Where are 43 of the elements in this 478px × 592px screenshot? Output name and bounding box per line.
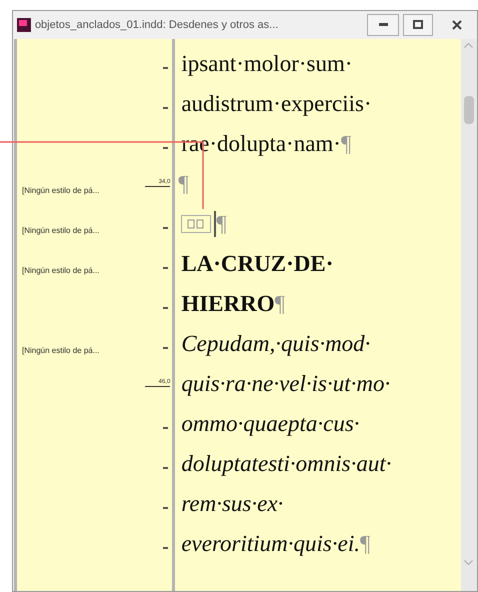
heading-text-line: HIERRO xyxy=(181,290,275,318)
body-text-line: Cepudam,·quis·mod· xyxy=(181,330,370,358)
pilcrow-mark: ¶ xyxy=(216,210,227,238)
line-tick xyxy=(163,66,168,69)
pilcrow-mark: ¶ xyxy=(340,130,352,158)
line-tick xyxy=(163,466,168,469)
pilcrow-mark: ¶ xyxy=(178,170,189,198)
paragraph-style-label[interactable]: [Ningún estilo de pá... xyxy=(17,250,100,277)
line-tick xyxy=(163,506,168,509)
line-tick xyxy=(163,106,168,109)
body-text-line: doluptatesti·omnis·aut· xyxy=(181,450,392,478)
line-tick xyxy=(163,546,168,549)
paragraph-style-label[interactable]: [Ningún estilo de pá... xyxy=(17,330,100,357)
line-tick xyxy=(163,226,168,229)
minimize-button[interactable] xyxy=(367,14,400,36)
body-text-line: rem·sus·ex· xyxy=(181,490,284,518)
body-text-line: audistrum·experciis· xyxy=(181,90,372,118)
scroll-up-icon xyxy=(464,42,474,48)
scroll-down-icon xyxy=(464,560,474,565)
maximize-button[interactable] xyxy=(403,14,434,36)
close-icon xyxy=(452,20,462,30)
line-tick xyxy=(163,426,168,429)
line-tick xyxy=(163,266,168,269)
minimize-icon xyxy=(378,23,388,26)
body-text-line: ipsant·molor·sum· xyxy=(181,50,353,78)
body-text-line: ommo·quaepta·cus· xyxy=(181,410,360,438)
line-tick xyxy=(163,306,168,309)
maximize-icon xyxy=(413,20,424,30)
line-tick xyxy=(163,346,168,349)
pilcrow-mark: ¶ xyxy=(274,290,286,318)
line-tick xyxy=(163,146,168,149)
window-title: objetos_anclados_01.indd: Desdenes y otros as... xyxy=(34,18,280,33)
body-text-line: everoritium·quis·ei. xyxy=(181,530,360,558)
pilcrow-mark: ¶ xyxy=(360,530,370,558)
paragraph-style-label[interactable]: [Ningún estilo de pá... xyxy=(17,210,100,237)
heading-text-line: LA·CRUZ·DE· xyxy=(181,250,334,278)
body-text-line: quis·ra·ne·vel·is·ut·mo· xyxy=(181,370,390,398)
text-cursor xyxy=(214,210,216,237)
scroll-thumb[interactable] xyxy=(464,96,474,124)
paragraph-style-label[interactable]: [Ningún estilo de pá... xyxy=(17,170,100,197)
anchor-marker-icon xyxy=(181,214,212,233)
app-icon xyxy=(17,18,31,32)
body-text-line: rae·dolupta·nam· xyxy=(181,130,341,158)
